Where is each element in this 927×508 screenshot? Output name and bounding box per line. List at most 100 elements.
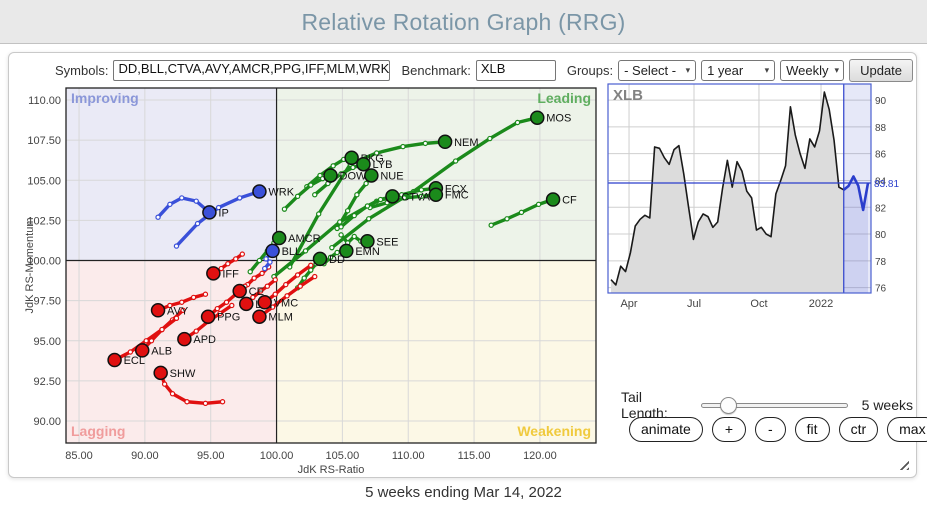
chevron-down-icon: ▾ <box>765 65 770 76</box>
benchmark-x-tick: Jul <box>687 298 701 310</box>
x-tick: 100.00 <box>260 450 294 462</box>
groups-select[interactable]: - Select - ▾ <box>618 60 696 81</box>
benchmark-chart[interactable]: 767880828486889083.81AprJulOct2022XLB <box>603 81 920 319</box>
animate-button[interactable]: animate <box>629 417 703 442</box>
y-tick: 107.50 <box>27 135 61 147</box>
quadrant-label-leading: Leading <box>537 90 591 106</box>
dot-IFF[interactable] <box>207 267 220 280</box>
tail-length-slider-thumb[interactable] <box>720 397 737 414</box>
benchmark-y-tick: 80 <box>875 230 887 241</box>
symbol-label-LYB[interactable]: LYB <box>372 159 392 171</box>
x-tick: 110.00 <box>392 450 425 462</box>
dot-AVY[interactable] <box>152 304 165 317</box>
dot-CE[interactable] <box>233 285 246 298</box>
dot-VMC[interactable] <box>258 296 271 309</box>
dot-PPG[interactable] <box>202 310 215 323</box>
symbol-label-ALB[interactable]: ALB <box>151 345 172 357</box>
benchmark-title: XLB <box>613 87 643 104</box>
symbol-label-FMC[interactable]: FMC <box>445 190 469 202</box>
period-select[interactable]: 1 year ▾ <box>701 60 775 81</box>
dot-DD[interactable] <box>314 252 327 265</box>
dot-FMC[interactable] <box>429 188 442 201</box>
symbols-input[interactable]: DD,BLL,CTVA,AVY,AMCR,PPG,IFF,MLM,WRK,LYB <box>113 60 390 81</box>
dot-CTVA[interactable] <box>386 190 399 203</box>
quadrant-weakening <box>277 261 596 443</box>
dot-MLM[interactable] <box>253 310 266 323</box>
benchmark-y-tick: 86 <box>875 150 887 161</box>
y-tick: 95.00 <box>33 336 61 348</box>
chart-buttons: animate + - fit ctr max <box>629 417 927 442</box>
dot-BLL[interactable] <box>266 244 279 257</box>
x-tick: 95.00 <box>197 450 225 462</box>
symbol-label-APD[interactable]: APD <box>193 334 216 346</box>
symbol-label-SHW[interactable]: SHW <box>170 368 196 380</box>
chevron-down-icon: ▾ <box>834 65 839 76</box>
benchmark-x-tick: 2022 <box>809 298 833 310</box>
quadrant-improving <box>66 88 277 261</box>
dot-LIN[interactable] <box>240 297 253 310</box>
dot-NUE[interactable] <box>365 169 378 182</box>
benchmark-x-tick: Apr <box>620 298 637 310</box>
symbol-label-DD[interactable]: DD <box>329 254 345 266</box>
dot-LYB[interactable] <box>357 158 370 171</box>
symbol-label-EMN[interactable]: EMN <box>355 246 380 258</box>
page-header: Relative Rotation Graph (RRG) <box>0 0 927 44</box>
symbol-label-ECL[interactable]: ECL <box>124 355 145 367</box>
maximize-button[interactable]: max <box>887 417 927 442</box>
y-tick: 90.00 <box>33 416 61 428</box>
x-tick: 90.00 <box>131 450 159 462</box>
groups-select-value: - Select - <box>624 63 676 78</box>
dot-PKG[interactable] <box>345 151 358 164</box>
tail-length-slider[interactable] <box>701 403 848 408</box>
zoom-in-button[interactable]: + <box>712 417 746 442</box>
benchmark-y-tick: 78 <box>875 257 887 268</box>
resize-handle-icon[interactable] <box>896 457 909 470</box>
symbol-label-CTVA[interactable]: CTVA <box>401 191 430 203</box>
y-tick: 110.00 <box>28 95 61 107</box>
update-button[interactable]: Update <box>849 59 913 82</box>
symbol-label-NUE[interactable]: NUE <box>380 170 403 182</box>
x-tick: 85.00 <box>65 450 93 462</box>
price-area <box>611 92 844 293</box>
frequency-select[interactable]: Weekly ▾ <box>780 60 844 81</box>
benchmark-input[interactable]: XLB <box>476 60 556 81</box>
dot-IP[interactable] <box>203 206 216 219</box>
rrg-chart[interactable]: ImprovingLeadingLaggingWeakening90.0092.… <box>19 81 601 479</box>
symbol-label-CF[interactable]: CF <box>562 195 577 207</box>
zoom-out-button[interactable]: - <box>755 417 786 442</box>
y-tick: 105.00 <box>27 175 61 187</box>
dot-CF[interactable] <box>547 193 560 206</box>
dot-WRK[interactable] <box>253 185 266 198</box>
symbol-label-VMC[interactable]: VMC <box>274 297 299 309</box>
symbol-label-AMCR[interactable]: AMCR <box>288 233 320 245</box>
quadrant-label-improving: Improving <box>71 90 139 106</box>
dot-DOW[interactable] <box>324 169 337 182</box>
dot-ECL[interactable] <box>108 354 121 367</box>
symbol-label-NEM[interactable]: NEM <box>454 137 478 149</box>
symbol-label-IP[interactable]: IP <box>218 207 228 219</box>
x-tick: 115.00 <box>458 450 491 462</box>
dot-AMCR[interactable] <box>273 232 286 245</box>
symbol-label-WRK[interactable]: WRK <box>268 187 294 199</box>
x-tick: 120.00 <box>523 450 557 462</box>
fit-button[interactable]: fit <box>795 417 830 442</box>
symbol-label-BLL[interactable]: BLL <box>282 246 302 258</box>
dot-SHW[interactable] <box>154 366 167 379</box>
center-button[interactable]: ctr <box>839 417 879 442</box>
symbol-label-AVY[interactable]: AVY <box>167 305 189 317</box>
date-caption: 5 weeks ending Mar 14, 2022 <box>0 484 927 501</box>
benchmark-y-tick: 82 <box>875 203 887 214</box>
chevron-down-icon: ▾ <box>686 65 691 76</box>
dot-NEM[interactable] <box>439 135 452 148</box>
symbol-label-PPG[interactable]: PPG <box>217 312 240 324</box>
symbol-label-DOW[interactable]: DOW <box>340 170 368 182</box>
dot-MOS[interactable] <box>531 111 544 124</box>
x-axis-label: JdK RS-Ratio <box>298 464 365 476</box>
symbol-label-IFF[interactable]: IFF <box>222 268 239 280</box>
frequency-select-value: Weekly <box>786 63 828 78</box>
symbol-label-MOS[interactable]: MOS <box>546 113 571 125</box>
benchmark-x-tick: Oct <box>750 298 767 310</box>
quadrant-label-lagging: Lagging <box>71 423 125 439</box>
dot-APD[interactable] <box>178 333 191 346</box>
symbol-label-MLM[interactable]: MLM <box>268 312 292 324</box>
